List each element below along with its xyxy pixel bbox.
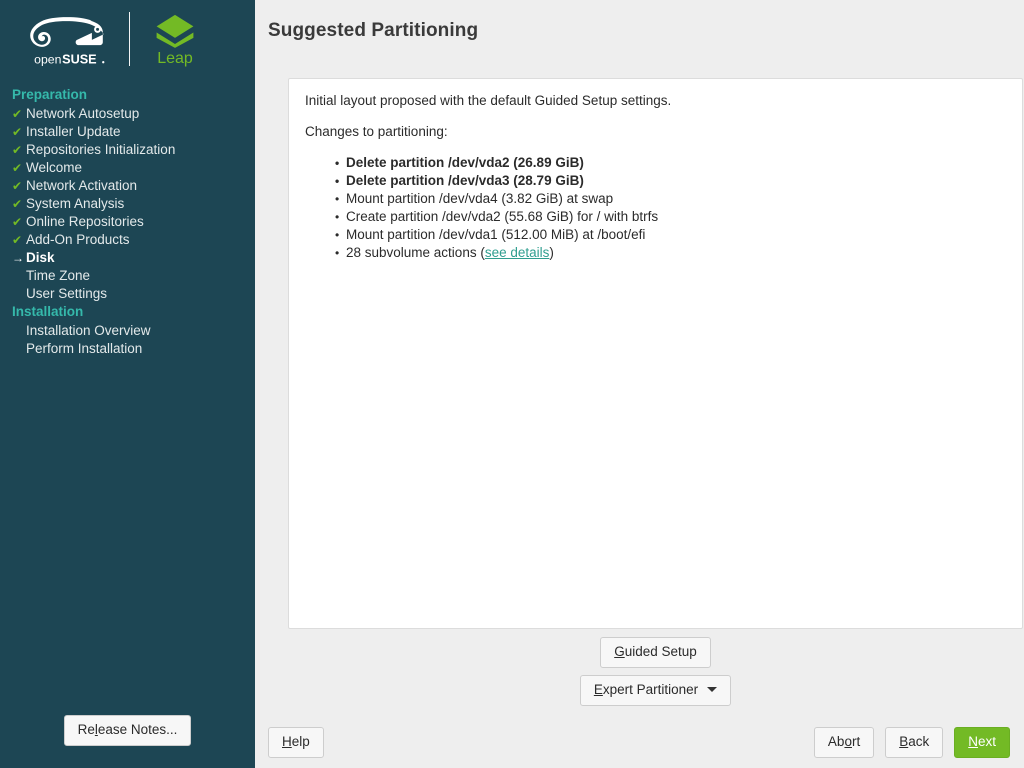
sidebar-item-online-repositories[interactable]: ✔ Online Repositories <box>0 213 255 231</box>
check-icon: ✔ <box>12 107 23 121</box>
check-icon: ✔ <box>12 197 23 211</box>
abort-prefix: Ab <box>827 733 845 749</box>
branding-divider <box>129 12 130 66</box>
list-item: Mount partition /dev/vda4 (3.82 GiB) at … <box>335 190 1006 208</box>
sidebar-item-label: Perform Installation <box>26 341 143 356</box>
sidebar-item-label: Installer Update <box>26 124 121 139</box>
sidebar-item-welcome[interactable]: ✔ Welcome <box>0 159 255 177</box>
sidebar-item-disk[interactable]: → Disk <box>0 249 255 267</box>
sidebar-item-installer-update[interactable]: ✔ Installer Update <box>0 123 255 141</box>
list-item: Delete partition /dev/vda2 (26.89 GiB) <box>335 154 1006 172</box>
check-icon: ✔ <box>12 125 23 139</box>
product-name: Leap <box>157 49 193 67</box>
page-title: Suggested Partitioning <box>268 20 479 41</box>
sidebar-item-label: User Settings <box>26 286 108 301</box>
sidebar-item-label: Installation Overview <box>26 323 151 338</box>
product-badge: Leap <box>152 13 198 68</box>
check-icon: ✔ <box>12 179 23 193</box>
sidebar-item-label: Disk <box>26 250 55 265</box>
check-icon: ✔ <box>12 215 23 229</box>
list-item: Delete partition /dev/vda3 (28.79 GiB) <box>335 172 1006 190</box>
abort-accel: o <box>844 733 852 749</box>
chevron-down-icon <box>707 687 718 692</box>
check-icon: ✔ <box>12 143 23 157</box>
release-notes-container: Release Notes... <box>0 715 255 746</box>
next-button[interactable]: Next <box>954 726 1010 758</box>
help-suffix: elp <box>291 733 310 749</box>
opensuse-logo-icon: open SUSE <box>30 17 105 67</box>
subvolume-suffix: ) <box>549 245 554 260</box>
svg-text:SUSE: SUSE <box>62 53 97 67</box>
bottom-action-bar: Help Abort Back Next <box>255 716 1024 768</box>
list-item: Create partition /dev/vda2 (55.68 GiB) f… <box>335 208 1006 226</box>
back-button[interactable]: Back <box>885 726 944 758</box>
sidebar-item-perform-installation[interactable]: Perform Installation <box>0 340 255 358</box>
sidebar-item-user-settings[interactable]: User Settings <box>0 285 255 303</box>
guided-setup-suffix: uided Setup <box>624 644 697 659</box>
sidebar-item-installation-overview[interactable]: Installation Overview <box>0 322 255 340</box>
svg-text:open: open <box>34 53 61 67</box>
sidebar-item-network-activation[interactable]: ✔ Network Activation <box>0 177 255 195</box>
release-notes-suffix: ease Notes... <box>97 722 178 737</box>
branding-header: open SUSE Leap <box>0 0 255 78</box>
partition-actions-list: Delete partition /dev/vda2 (26.89 GiB) D… <box>335 154 1006 262</box>
arrow-right-icon: → <box>12 251 24 265</box>
sidebar-item-repositories-initialization[interactable]: ✔ Repositories Initialization <box>0 141 255 159</box>
changes-label: Changes to partitioning: <box>305 124 448 139</box>
navigation-buttons: Abort Back Next <box>813 726 1010 758</box>
see-details-link[interactable]: see details <box>485 245 550 260</box>
partitioning-summary-panel: Initial layout proposed with the default… <box>288 78 1023 629</box>
sidebar-item-label: Time Zone <box>26 268 91 283</box>
installer-window: open SUSE Leap Preparation ✔ Network Aut… <box>0 0 1024 768</box>
sidebar-item-system-analysis[interactable]: ✔ System Analysis <box>0 195 255 213</box>
partitioning-actions: Guided Setup Expert Partitioner <box>288 637 1023 706</box>
back-accel: B <box>899 733 909 749</box>
nav-section-installation: Installation <box>12 304 84 319</box>
main-content: Suggested Partitioning Initial layout pr… <box>255 0 1024 768</box>
expert-partitioner-accel: E <box>593 682 603 697</box>
abort-suffix: rt <box>851 733 861 749</box>
sidebar-item-label: Add-On Products <box>26 232 130 247</box>
subvolume-prefix: 28 subvolume actions ( <box>346 245 485 260</box>
release-notes-button[interactable]: Release Notes... <box>63 715 192 746</box>
installer-steps-nav: Preparation ✔ Network Autosetup ✔ Instal… <box>0 78 255 358</box>
sidebar-item-label: Welcome <box>26 160 83 175</box>
next-accel: N <box>968 733 978 749</box>
guided-setup-accel: G <box>614 644 625 659</box>
help-button[interactable]: Help <box>268 726 324 758</box>
guided-setup-button[interactable]: Guided Setup <box>600 637 711 668</box>
list-item-subvolumes: 28 subvolume actions (see details) <box>335 244 1006 262</box>
next-suffix: ext <box>977 733 996 749</box>
sidebar-item-label: Network Autosetup <box>26 106 140 121</box>
sidebar-item-label: Online Repositories <box>26 214 144 229</box>
sidebar: open SUSE Leap Preparation ✔ Network Aut… <box>0 0 255 768</box>
sidebar-item-label: System Analysis <box>26 196 125 211</box>
intro-text: Initial layout proposed with the default… <box>305 93 672 108</box>
expert-partitioner-button[interactable]: Expert Partitioner <box>579 675 732 706</box>
check-icon: ✔ <box>12 233 23 247</box>
sidebar-item-time-zone[interactable]: Time Zone <box>0 267 255 285</box>
sidebar-item-label: Network Activation <box>26 178 138 193</box>
abort-button[interactable]: Abort <box>813 726 875 758</box>
help-accel: H <box>282 733 292 749</box>
list-item: Mount partition /dev/vda1 (512.00 MiB) a… <box>335 226 1006 244</box>
expert-partitioner-suffix: xpert Partitioner <box>602 682 699 697</box>
sidebar-item-add-on-products[interactable]: ✔ Add-On Products <box>0 231 255 249</box>
check-icon: ✔ <box>12 161 23 175</box>
sidebar-item-network-autosetup[interactable]: ✔ Network Autosetup <box>0 105 255 123</box>
nav-section-preparation: Preparation <box>12 87 88 102</box>
back-suffix: ack <box>908 733 930 749</box>
release-notes-prefix: Re <box>77 722 95 737</box>
sidebar-item-label: Repositories Initialization <box>26 142 176 157</box>
leap-logo-icon <box>156 14 194 48</box>
